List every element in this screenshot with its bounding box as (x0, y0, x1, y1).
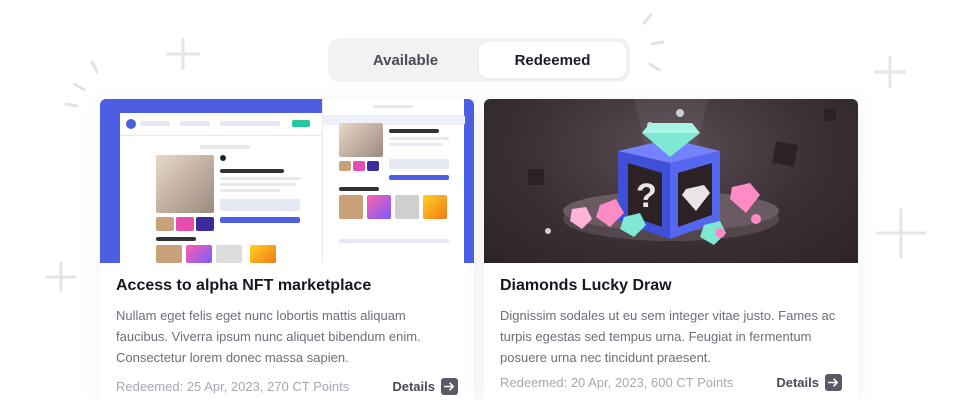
svg-text:?: ? (636, 177, 657, 215)
reward-card[interactable]: Access to alpha NFT marketplace Nullam e… (100, 99, 474, 400)
nft-mock-mobile (322, 99, 465, 263)
decor-dash (641, 12, 654, 26)
card-image-nft-gallery (100, 99, 474, 263)
details-label: Details (392, 379, 435, 394)
decor-dash (650, 40, 665, 46)
card-description: Dignissim sodales ut eu sem integer vita… (500, 308, 836, 365)
details-label: Details (776, 375, 819, 390)
sparkle-icon (874, 56, 906, 88)
decor-dash (64, 102, 79, 108)
tab-redeemed[interactable]: Redeemed (479, 42, 626, 78)
card-description: Nullam eget felis eget nunc lobortis mat… (116, 308, 421, 365)
decor-dash (72, 82, 87, 92)
sparkle-icon (876, 208, 926, 258)
redeemed-meta: Redeemed: 25 Apr, 2023, 270 CT Points (116, 379, 350, 394)
details-link[interactable]: Details (776, 374, 842, 391)
card-image-mystery-box: ? (484, 99, 858, 263)
card-title: Diamonds Lucky Draw (500, 277, 672, 294)
arrow-right-icon (825, 374, 842, 391)
redeemed-meta: Redeemed: 20 Apr, 2023, 600 CT Points (500, 375, 734, 390)
availability-toggle: Available Redeemed (328, 38, 630, 82)
reward-card[interactable]: ? Diamonds Lucky Draw Dignissim sodales … (484, 99, 858, 400)
sparkle-icon (46, 262, 76, 292)
nft-mock-desktop (120, 113, 330, 263)
card-title: Access to alpha NFT marketplace (116, 277, 372, 294)
decor-dash (90, 60, 99, 74)
details-link[interactable]: Details (392, 378, 458, 395)
arrow-right-icon (441, 378, 458, 395)
decor-dash (647, 62, 662, 72)
sparkle-icon (166, 38, 200, 70)
tab-available[interactable]: Available (332, 42, 479, 78)
